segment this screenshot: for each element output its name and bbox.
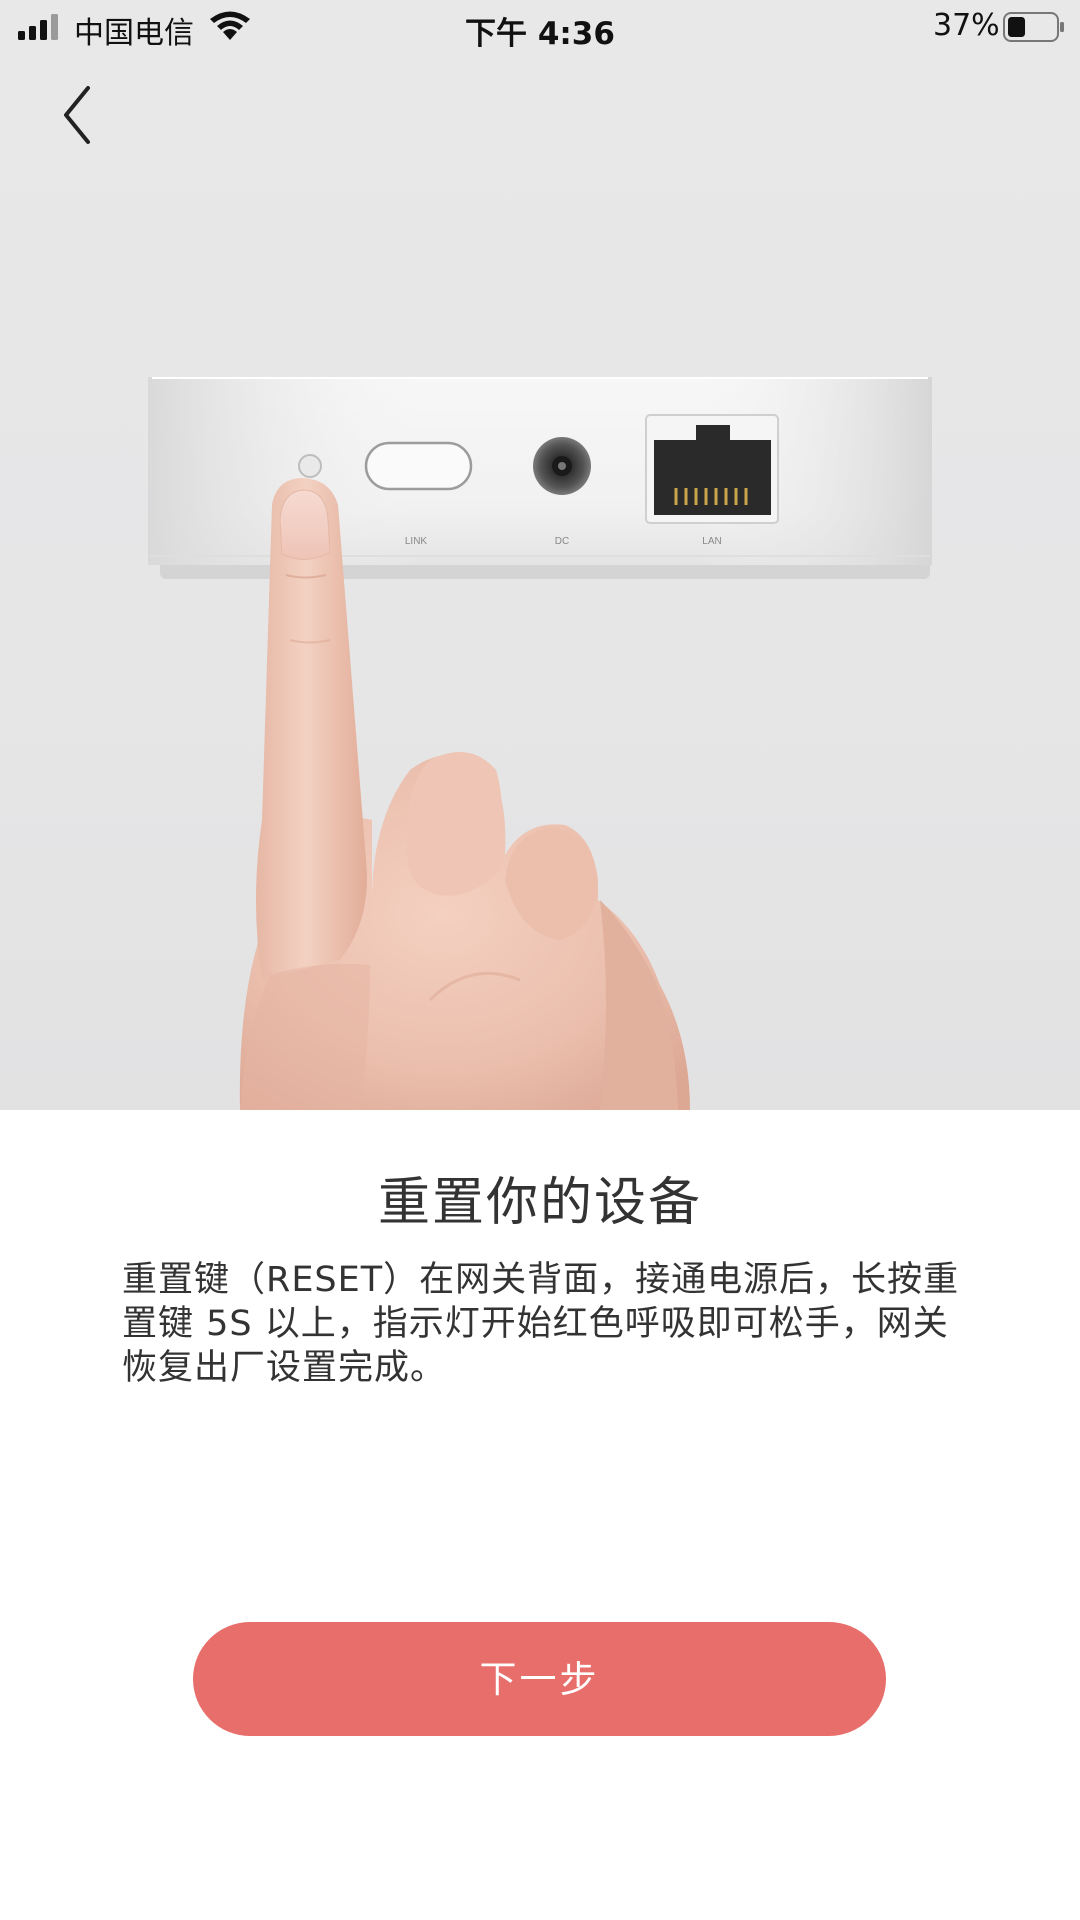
reset-instructions: 重置键（RESET）在网关背面，接通电源后，长按重置键 5S 以上，指示灯开始红… xyxy=(122,1260,960,1388)
instruction-panel: 重置你的设备 重置键（RESET）在网关背面，接通电源后，长按重置键 5S 以上… xyxy=(0,1110,1080,1920)
battery-percentage: 37% xyxy=(933,8,1000,43)
status-bar: 中国电信 下午 4:36 37% xyxy=(0,0,1080,56)
lan-port-label: LAN xyxy=(702,536,721,547)
battery-icon xyxy=(1003,12,1064,42)
link-button-illustration xyxy=(364,441,473,491)
dc-port-label: DC xyxy=(555,536,569,547)
link-port-label: LINK xyxy=(405,536,428,547)
page-title: 重置你的设备 xyxy=(377,1173,702,1233)
chevron-left-icon xyxy=(64,86,90,144)
back-button[interactable] xyxy=(52,80,112,150)
status-time: 下午 4:36 xyxy=(465,16,615,52)
reset-hole xyxy=(298,454,322,478)
hero-illustration-area: LINK DC LAN 中国电信 下午 4:36 37% xyxy=(0,0,1080,1110)
gateway-reset-illustration: LINK DC LAN xyxy=(148,377,932,1110)
next-step-button[interactable]: 下一步 xyxy=(193,1622,886,1736)
